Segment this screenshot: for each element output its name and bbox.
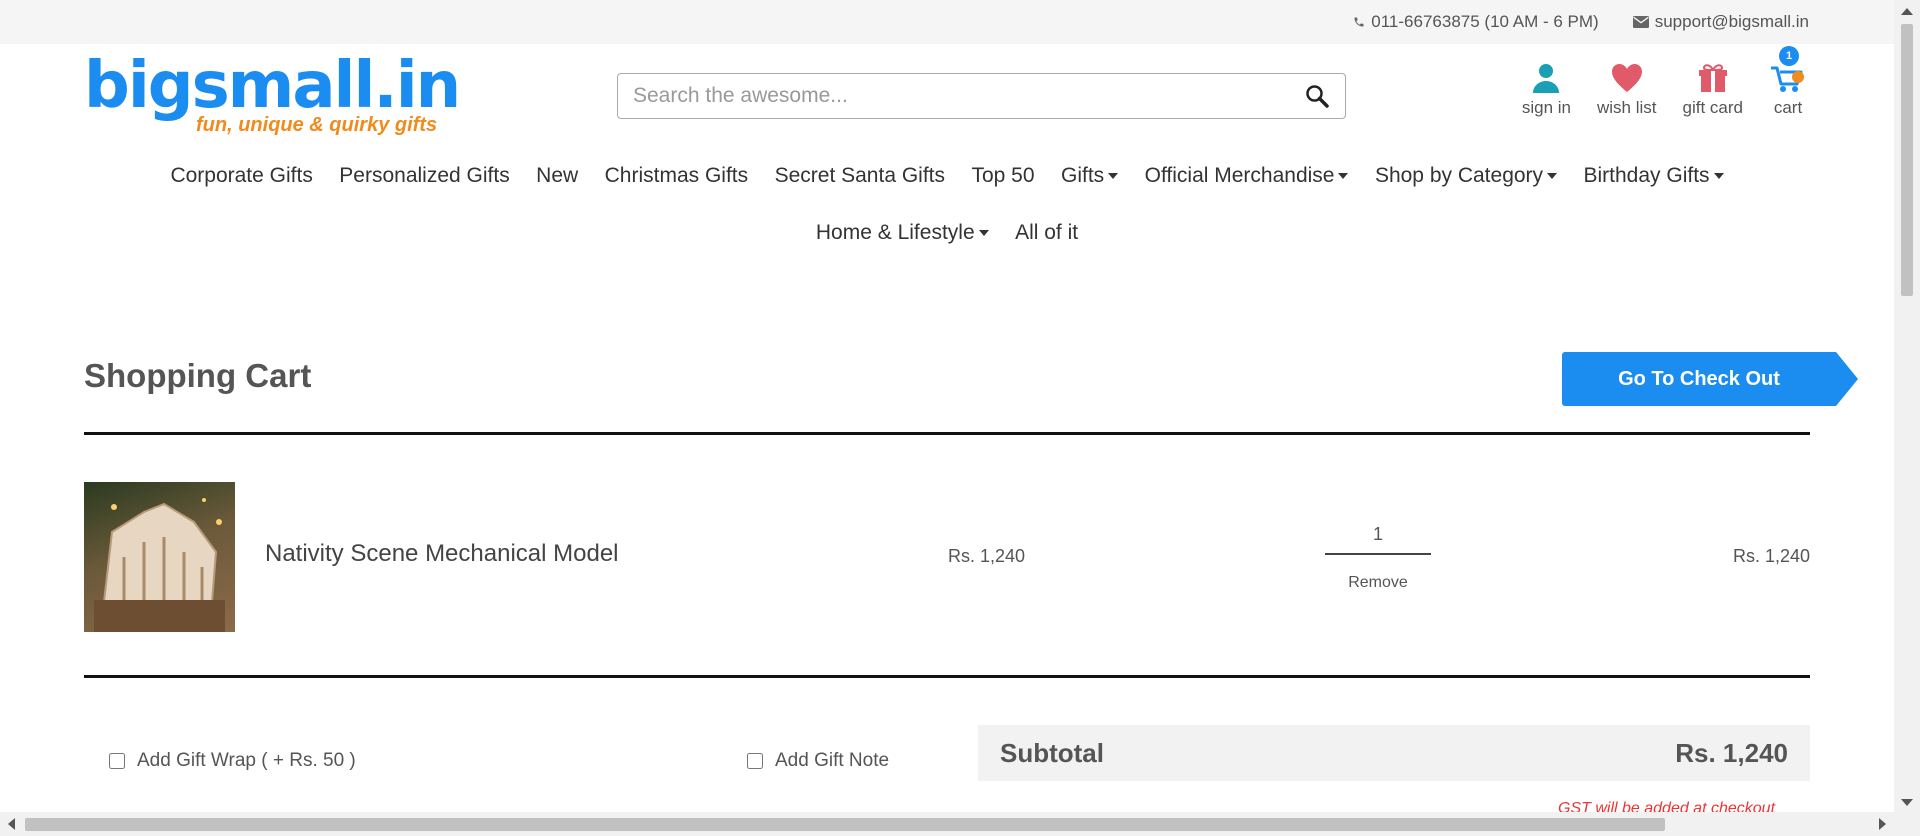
subtotal-row: Subtotal Rs. 1,240 bbox=[978, 725, 1810, 781]
sign-in-label: sign in bbox=[1521, 98, 1571, 117]
subtotal-value: Rs. 1,240 bbox=[1675, 737, 1788, 768]
wish-list-label: wish list bbox=[1597, 98, 1657, 117]
nav-item-all-of-it[interactable]: All of it bbox=[1015, 217, 1078, 249]
envelope-icon bbox=[1632, 16, 1649, 28]
gift-icon bbox=[1698, 64, 1727, 92]
scroll-up-icon[interactable] bbox=[1901, 8, 1913, 15]
subtotal-label: Subtotal bbox=[1000, 737, 1104, 768]
product-name[interactable]: Nativity Scene Mechanical Model bbox=[265, 540, 619, 568]
cart-label: cart bbox=[1773, 98, 1803, 117]
quantity-input[interactable]: 1 bbox=[1325, 524, 1431, 555]
scroll-right-icon[interactable] bbox=[1879, 818, 1886, 830]
site-logo[interactable]: bigsmall.in fun, unique & quirky gifts bbox=[84, 49, 461, 142]
caret-down-icon bbox=[978, 230, 989, 237]
wish-list-button[interactable]: wish list bbox=[1597, 62, 1657, 118]
checkout-button[interactable]: Go To Check Out bbox=[1562, 352, 1858, 406]
product-line-total: Rs. 1,240 bbox=[1732, 546, 1810, 566]
divider bbox=[84, 675, 1810, 678]
gift-wrap-option[interactable]: Add Gift Wrap ( + Rs. 50 ) bbox=[109, 750, 356, 772]
cart-icon bbox=[1771, 66, 1804, 92]
gift-card-button[interactable]: gift card bbox=[1683, 62, 1743, 118]
nav-item-personalized-gifts[interactable]: Personalized Gifts bbox=[339, 160, 509, 192]
search-icon[interactable] bbox=[1305, 84, 1329, 108]
sign-in-button[interactable]: sign in bbox=[1522, 62, 1571, 118]
vertical-scrollbar[interactable] bbox=[1894, 0, 1920, 836]
gift-wrap-label: Add Gift Wrap ( + Rs. 50 ) bbox=[137, 750, 356, 771]
vertical-scroll-thumb[interactable] bbox=[1901, 24, 1913, 296]
nav-item-christmas-gifts[interactable]: Christmas Gifts bbox=[605, 160, 749, 192]
caret-down-icon bbox=[1338, 173, 1349, 180]
phone-icon bbox=[1354, 17, 1364, 27]
heart-icon bbox=[1611, 64, 1642, 92]
search-box bbox=[617, 73, 1346, 119]
gift-note-checkbox[interactable] bbox=[747, 753, 763, 769]
caret-down-icon bbox=[1108, 173, 1119, 180]
gift-card-label: gift card bbox=[1682, 98, 1743, 117]
caret-down-icon bbox=[1713, 173, 1724, 180]
product-image[interactable] bbox=[84, 482, 235, 632]
email-contact[interactable]: support@bigsmall.in bbox=[1632, 12, 1809, 32]
remove-item-link[interactable]: Remove bbox=[1325, 574, 1431, 592]
cart-button[interactable]: 1 cart bbox=[1769, 46, 1807, 118]
email-text: support@bigsmall.in bbox=[1654, 12, 1809, 31]
horizontal-scroll-thumb[interactable] bbox=[25, 818, 1665, 831]
product-thumbnail-graphic bbox=[94, 498, 225, 632]
nav-item-top-50[interactable]: Top 50 bbox=[971, 160, 1034, 192]
cart-count-badge: 1 bbox=[1779, 46, 1799, 66]
nav-item-home-lifestyle[interactable]: Home & Lifestyle bbox=[816, 217, 989, 249]
logo-text: bigsmall.in bbox=[84, 49, 461, 123]
nav-item-corporate-gifts[interactable]: Corporate Gifts bbox=[170, 160, 312, 192]
nav-item-birthday-gifts[interactable]: Birthday Gifts bbox=[1584, 160, 1724, 192]
nav-item-gifts[interactable]: Gifts bbox=[1061, 160, 1119, 192]
phone-contact[interactable]: 011-66763875 (10 AM - 6 PM) bbox=[1353, 12, 1599, 32]
gift-note-option[interactable]: Add Gift Note bbox=[747, 750, 889, 772]
page-title: Shopping Cart bbox=[84, 357, 312, 394]
divider bbox=[84, 432, 1810, 435]
nav-row-1: Corporate Gifts Personalized Gifts New C… bbox=[84, 160, 1810, 192]
caret-down-icon bbox=[1547, 173, 1558, 180]
nav-item-official-merchandise[interactable]: Official Merchandise bbox=[1145, 160, 1349, 192]
header-actions: sign in wish list gift card 1 cart bbox=[1522, 46, 1807, 118]
scroll-left-icon[interactable] bbox=[8, 818, 15, 830]
main-navigation: Corporate Gifts Personalized Gifts New C… bbox=[84, 160, 1810, 249]
user-icon bbox=[1533, 64, 1560, 93]
phone-text: 011-66763875 (10 AM - 6 PM) bbox=[1371, 12, 1599, 31]
logo-tagline: fun, unique & quirky gifts bbox=[196, 114, 438, 136]
horizontal-scrollbar[interactable] bbox=[0, 812, 1894, 836]
nav-item-shop-by-category[interactable]: Shop by Category bbox=[1375, 160, 1558, 192]
search-input[interactable] bbox=[618, 74, 1268, 118]
top-contact-bar: 011-66763875 (10 AM - 6 PM) support@bigs… bbox=[0, 0, 1894, 44]
nav-item-secret-santa-gifts[interactable]: Secret Santa Gifts bbox=[775, 160, 945, 192]
product-unit-price: Rs. 1,240 bbox=[948, 546, 1026, 566]
scroll-down-icon[interactable] bbox=[1901, 799, 1913, 806]
nav-item-new[interactable]: New bbox=[536, 160, 578, 192]
nav-row-2: Home & Lifestyle All of it bbox=[84, 217, 1810, 249]
gift-note-label: Add Gift Note bbox=[775, 750, 890, 771]
gift-wrap-checkbox[interactable] bbox=[109, 753, 125, 769]
